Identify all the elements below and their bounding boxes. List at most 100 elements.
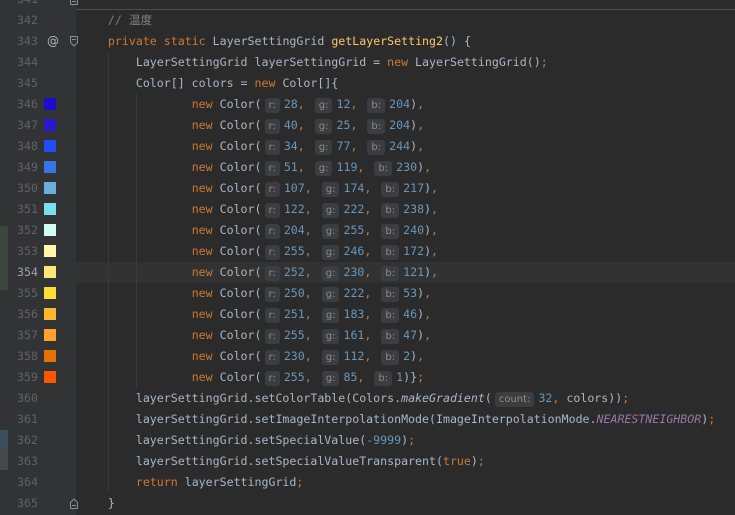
line-code[interactable]: layerSettingGrid.setImageInterpolationMo…: [80, 409, 715, 430]
code-line[interactable]: 349 new Color(r: 51, g: 119, b: 230),: [0, 157, 735, 178]
line-code[interactable]: new Color(r: 255, g: 246, b: 172),: [80, 241, 438, 262]
line-code[interactable]: new Color(r: 34, g: 77, b: 244),: [80, 136, 424, 157]
punctuation: ,: [357, 370, 372, 384]
at-icon[interactable]: @: [47, 31, 59, 52]
code-line[interactable]: 353 new Color(r: 255, g: 246, b: 172),: [0, 241, 735, 262]
number-literal: -9999: [366, 433, 402, 447]
parameter-hint: r:: [264, 329, 280, 344]
color-preview-icon[interactable]: [44, 350, 56, 362]
line-code[interactable]: private static LayerSettingGrid getLayer…: [80, 31, 471, 52]
code-line[interactable]: 352 new Color(r: 204, g: 255, b: 240),: [0, 220, 735, 241]
line-code[interactable]: new Color(r: 107, g: 174, b: 217),: [80, 178, 438, 199]
color-preview-icon[interactable]: [44, 161, 56, 173]
fold-start-icon[interactable]: [69, 36, 79, 47]
line-code[interactable]: new Color(r: 122, g: 222, b: 238),: [80, 199, 438, 220]
color-preview-icon[interactable]: [44, 266, 56, 278]
code-line[interactable]: 343 @ private static LayerSettingGrid get…: [0, 31, 735, 52]
punctuation: ;: [417, 370, 425, 384]
punctuation: ,: [417, 118, 425, 132]
code-editor[interactable]: 341342 // 温度343@ private static LayerSet…: [0, 0, 735, 515]
line-code[interactable]: LayerSettingGrid layerSettingGrid = new …: [80, 52, 548, 73]
current-code-line[interactable]: 354 new Color(r: 252, g: 230, b: 121),: [0, 262, 735, 283]
punctuation: ,: [304, 181, 319, 195]
line-code[interactable]: layerSettingGrid.setColorTable(Colors.ma…: [80, 388, 629, 409]
code-line[interactable]: 359 new Color(r: 255, g: 85, b: 1)};: [0, 367, 735, 388]
code-line[interactable]: 355 new Color(r: 250, g: 222, b: 53),: [0, 283, 735, 304]
color-preview-icon[interactable]: [44, 140, 56, 152]
code-line[interactable]: 350 new Color(r: 107, g: 174, b: 217),: [0, 178, 735, 199]
color-preview-icon[interactable]: [44, 371, 56, 383]
punctuation: ,: [431, 181, 439, 195]
color-preview-icon[interactable]: [44, 98, 56, 110]
line-number: 357: [17, 328, 38, 342]
color-preview-icon[interactable]: [44, 182, 56, 194]
line-code[interactable]: // 温度: [80, 10, 152, 31]
code-line[interactable]: 342 // 温度: [0, 10, 735, 31]
line-code[interactable]: new Color(r: 252, g: 230, b: 121),: [80, 262, 438, 283]
code-line[interactable]: 347 new Color(r: 40, g: 25, b: 204),: [0, 115, 735, 136]
code-line[interactable]: 344 LayerSettingGrid layerSettingGrid = …: [0, 52, 735, 73]
code-line[interactable]: 357 new Color(r: 255, g: 161, b: 47),: [0, 325, 735, 346]
code-line[interactable]: 364 return layerSettingGrid;: [0, 472, 735, 493]
code-line[interactable]: 361 layerSettingGrid.setImageInterpolati…: [0, 409, 735, 430]
color-preview-icon[interactable]: [44, 308, 56, 320]
line-code[interactable]: new Color(r: 28, g: 12, b: 204),: [80, 94, 424, 115]
color-preview-icon[interactable]: [44, 287, 56, 299]
fold-end-icon[interactable]: [69, 0, 79, 5]
number-literal: 255: [343, 223, 365, 237]
code-text: Color(: [212, 286, 262, 300]
color-preview-icon[interactable]: [44, 119, 56, 131]
code-line[interactable]: 345 Color[] colors = new Color[]{: [0, 73, 735, 94]
color-preview-icon[interactable]: [44, 329, 56, 341]
line-code[interactable]: Color[] colors = new Color[]{: [80, 73, 338, 94]
code-line[interactable]: 351 new Color(r: 122, g: 222, b: 238),: [0, 199, 735, 220]
number-literal: 222: [343, 286, 365, 300]
code-line[interactable]: 341: [0, 0, 735, 10]
number-literal: 204: [283, 223, 305, 237]
punctuation: ,: [364, 286, 379, 300]
number-literal: 12: [336, 97, 351, 111]
line-code[interactable]: return layerSettingGrid;: [80, 472, 304, 493]
line-code[interactable]: layerSettingGrid.setSpecialValue(-9999);: [80, 430, 415, 451]
parameter-hint: b:: [381, 224, 400, 239]
number-literal: 174: [343, 181, 365, 195]
parameter-hint: b:: [374, 161, 393, 176]
line-code[interactable]: layerSettingGrid.setSpecialValueTranspar…: [80, 451, 485, 472]
line-code[interactable]: new Color(r: 251, g: 183, b: 46),: [80, 304, 431, 325]
punctuation: ,: [297, 160, 312, 174]
line-number: 364: [17, 475, 38, 489]
line-code[interactable]: }: [80, 493, 115, 514]
line-code[interactable]: new Color(r: 255, g: 161, b: 47),: [80, 325, 431, 346]
keyword: new: [191, 370, 213, 384]
punctuation: ,: [364, 349, 379, 363]
code-line[interactable]: 346 new Color(r: 28, g: 12, b: 204),: [0, 94, 735, 115]
line-code[interactable]: new Color(r: 255, g: 85, b: 1)};: [80, 367, 424, 388]
color-preview-icon[interactable]: [44, 203, 56, 215]
fold-end-icon[interactable]: [69, 498, 79, 509]
code-line[interactable]: 363 layerSettingGrid.setSpecialValueTran…: [0, 451, 735, 472]
code-line[interactable]: 362 layerSettingGrid.setSpecialValue(-99…: [0, 430, 735, 451]
code-line[interactable]: 360 layerSettingGrid.setColorTable(Color…: [0, 388, 735, 409]
line-code[interactable]: new Color(r: 40, g: 25, b: 204),: [80, 115, 424, 136]
line-number: 359: [17, 370, 38, 384]
line-code[interactable]: new Color(r: 51, g: 119, b: 230),: [80, 157, 431, 178]
line-code[interactable]: new Color(r: 230, g: 112, b: 2),: [80, 346, 424, 367]
code-line[interactable]: 348 new Color(r: 34, g: 77, b: 244),: [0, 136, 735, 157]
line-number: 350: [17, 181, 38, 195]
line-number: 347: [17, 118, 38, 132]
line-code[interactable]: new Color(r: 204, g: 255, b: 240),: [80, 220, 438, 241]
color-preview-icon[interactable]: [44, 245, 56, 257]
parameter-hint: g:: [314, 140, 333, 155]
number-literal: 32: [538, 391, 553, 405]
keyword: true: [442, 454, 471, 468]
color-preview-icon[interactable]: [44, 224, 56, 236]
code-line[interactable]: 358 new Color(r: 230, g: 112, b: 2),: [0, 346, 735, 367]
code-line[interactable]: 356 new Color(r: 251, g: 183, b: 46),: [0, 304, 735, 325]
parameter-hint: g:: [314, 119, 333, 134]
code-line[interactable]: 365 }: [0, 493, 735, 514]
parameter-hint: b:: [381, 203, 400, 218]
code-text: layerSettingGrid.setSpecialValueTranspar…: [80, 454, 443, 468]
line-code[interactable]: new Color(r: 250, g: 222, b: 53),: [80, 283, 431, 304]
